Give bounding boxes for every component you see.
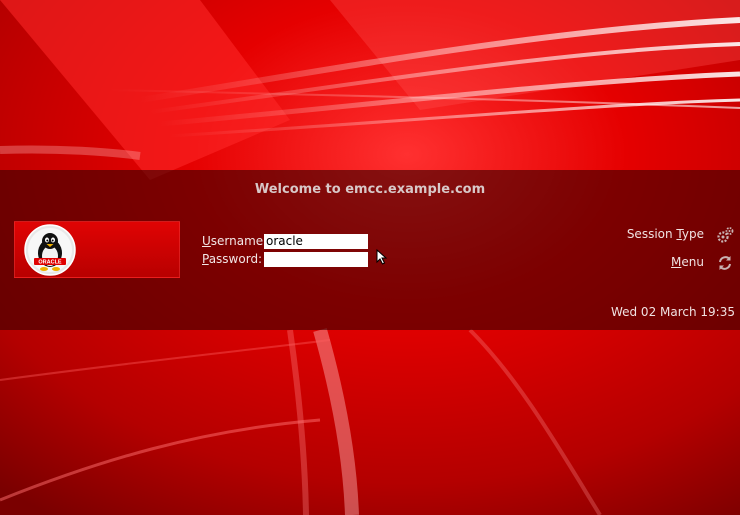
password-label: Password:	[202, 252, 263, 266]
menu-button[interactable]: Menu	[654, 254, 734, 272]
gears-icon	[717, 227, 734, 243]
power-cycle-icon	[719, 256, 731, 270]
mouse-pointer-icon	[376, 249, 388, 265]
clock: Wed 02 March 19:35	[610, 305, 735, 319]
username-label: Username:	[202, 234, 268, 248]
login-screen: Welcome to emcc.example.com ORACLE Usern…	[0, 0, 740, 515]
welcome-heading: Welcome to emcc.example.com	[254, 182, 486, 197]
oracle-linux-penguin-icon: ORACLE	[24, 224, 76, 276]
user-tile[interactable]: ORACLE	[14, 221, 180, 278]
menu-label: Menu	[671, 255, 704, 269]
password-input[interactable]	[264, 252, 368, 267]
session-type-label: Session Type	[626, 227, 704, 241]
session-type-button[interactable]: Session Type	[614, 226, 734, 244]
oracle-logo-text: ORACLE	[38, 260, 62, 266]
login-panel: Welcome to emcc.example.com ORACLE Usern…	[0, 170, 740, 330]
username-input[interactable]	[264, 234, 368, 249]
